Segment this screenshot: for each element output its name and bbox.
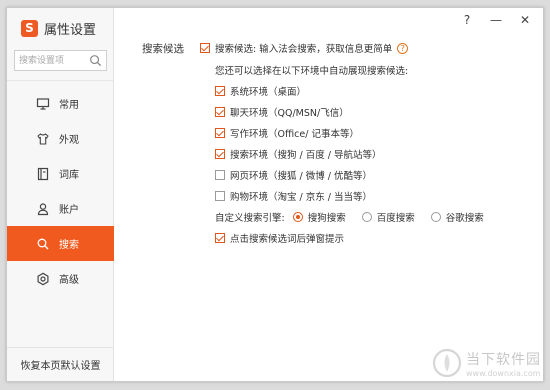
sidebar-nav: 常用 外观 词库 账户 搜索 高级 bbox=[7, 80, 114, 296]
settings-search-input[interactable] bbox=[15, 51, 87, 70]
downxia-logo-icon bbox=[432, 348, 462, 378]
watermark-url: www.downxia.com bbox=[466, 368, 541, 378]
restore-defaults-button[interactable]: 恢复本页默认设置 bbox=[7, 347, 114, 381]
env-option-shopping[interactable]: 购物环境（淘宝 / 京东 / 当当等） bbox=[215, 189, 372, 203]
engine-radio[interactable] bbox=[292, 212, 303, 222]
engine-option-sogou[interactable]: 搜狗搜索 bbox=[292, 210, 346, 224]
book-icon bbox=[37, 167, 49, 181]
env-checkbox[interactable] bbox=[215, 191, 225, 201]
popup-tip-option[interactable]: 点击搜索候选词后弹窗提示 bbox=[215, 231, 344, 245]
sidebar-item-account[interactable]: 账户 bbox=[7, 191, 114, 226]
popup-tip-checkbox[interactable] bbox=[215, 233, 225, 243]
option-label: 购物环境（淘宝 / 京东 / 当当等） bbox=[230, 192, 372, 203]
engine-radio[interactable] bbox=[361, 212, 372, 222]
sidebar-item-label: 外观 bbox=[59, 135, 79, 146]
sidebar-item-appearance[interactable]: 外观 bbox=[7, 121, 114, 156]
settings-window: S 属性设置 常用 外 bbox=[6, 7, 544, 382]
option-label: 搜索候选: 输入法会搜索，获取信息更简单 bbox=[215, 44, 393, 55]
env-hint-text: 您还可以选择在以下环境中自动展现搜索候选: bbox=[215, 63, 408, 77]
env-option-system[interactable]: 系统环境（桌面） bbox=[215, 84, 306, 98]
site-watermark: 当下软件园 www.downxia.com bbox=[432, 348, 541, 378]
engine-option-google[interactable]: 谷歌搜索 bbox=[430, 210, 484, 224]
option-label: 谷歌搜索 bbox=[445, 213, 484, 224]
env-checkbox[interactable] bbox=[215, 107, 225, 117]
sidebar-item-label: 常用 bbox=[59, 100, 79, 111]
env-checkbox[interactable] bbox=[215, 149, 225, 159]
sidebar: S 属性设置 常用 外 bbox=[7, 8, 114, 381]
search-candidate-checkbox[interactable] bbox=[200, 43, 210, 53]
watermark-text: 当下软件园 bbox=[466, 351, 541, 368]
settings-search-box[interactable] bbox=[14, 50, 107, 71]
option-label: 百度搜索 bbox=[376, 213, 415, 224]
search-icon[interactable] bbox=[89, 54, 102, 67]
option-label: 网页环境（搜狐 / 微博 / 优酷等） bbox=[230, 171, 372, 182]
close-button[interactable]: ✕ bbox=[515, 11, 535, 29]
help-button[interactable]: ? bbox=[457, 11, 477, 29]
monitor-icon bbox=[36, 98, 50, 110]
user-icon bbox=[37, 203, 49, 216]
env-checkbox[interactable] bbox=[215, 170, 225, 180]
app-title: 属性设置 bbox=[44, 23, 97, 38]
sidebar-item-label: 词库 bbox=[59, 170, 79, 181]
option-label: 写作环境（Office/ 记事本等） bbox=[230, 129, 359, 140]
minimize-button[interactable]: — bbox=[486, 11, 506, 29]
engine-label: 自定义搜索引擎: bbox=[215, 213, 285, 224]
env-option-chat[interactable]: 聊天环境（QQ/MSN/飞信） bbox=[215, 105, 349, 119]
env-checkbox[interactable] bbox=[215, 86, 225, 96]
env-option-web[interactable]: 网页环境（搜狐 / 微博 / 优酷等） bbox=[215, 168, 372, 182]
hint-label: 您还可以选择在以下环境中自动展现搜索候选: bbox=[215, 66, 409, 77]
env-checkbox[interactable] bbox=[215, 128, 225, 138]
env-option-writing[interactable]: 写作环境（Office/ 记事本等） bbox=[215, 126, 359, 140]
section-title: 搜索候选 bbox=[142, 43, 184, 55]
engine-radio[interactable] bbox=[430, 212, 441, 222]
sogou-logo-icon: S bbox=[21, 20, 38, 37]
sidebar-item-label: 账户 bbox=[59, 205, 79, 216]
gear-icon bbox=[37, 272, 49, 286]
shirt-icon bbox=[37, 133, 49, 145]
sidebar-item-label: 搜索 bbox=[59, 240, 79, 251]
sidebar-item-dictionary[interactable]: 词库 bbox=[7, 156, 114, 191]
option-label: 搜索环境（搜狗 / 百度 / 导航站等） bbox=[230, 150, 382, 161]
engine-option-baidu[interactable]: 百度搜索 bbox=[361, 210, 415, 224]
option-label: 点击搜索候选词后弹窗提示 bbox=[230, 234, 345, 245]
option-label: 搜狗搜索 bbox=[307, 213, 346, 224]
help-icon[interactable]: ? bbox=[397, 42, 409, 54]
env-option-search[interactable]: 搜索环境（搜狗 / 百度 / 导航站等） bbox=[215, 147, 381, 161]
option-label: 系统环境（桌面） bbox=[230, 87, 307, 98]
search-engine-row: 自定义搜索引擎: 搜狗搜索 百度搜索 谷歌搜索 bbox=[215, 210, 500, 224]
search-icon bbox=[37, 238, 49, 250]
app-brand: S 属性设置 bbox=[21, 19, 96, 38]
sidebar-item-search[interactable]: 搜索 bbox=[7, 226, 114, 261]
sidebar-item-advanced[interactable]: 高级 bbox=[7, 261, 114, 296]
search-candidate-option[interactable]: 搜索候选: 输入法会搜索，获取信息更简单 ? bbox=[200, 41, 409, 55]
sidebar-item-label: 高级 bbox=[59, 275, 79, 286]
sidebar-item-common[interactable]: 常用 bbox=[7, 86, 114, 121]
option-label: 聊天环境（QQ/MSN/飞信） bbox=[230, 108, 349, 119]
